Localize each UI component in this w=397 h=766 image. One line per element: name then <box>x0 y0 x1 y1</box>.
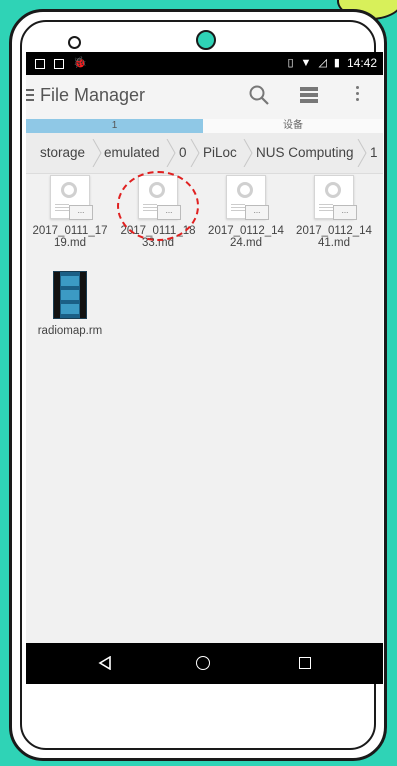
document-icon: ... <box>314 175 357 220</box>
screen: 🐞 ▯ ▼ ◿ ▮ 14:42 File Manager 1 设备 storag… <box>26 52 383 684</box>
vibrate-icon: ▯ <box>287 56 294 69</box>
wifi-icon: ▼ <box>300 56 312 69</box>
file-name: radiomap.rm <box>37 325 103 337</box>
app-title: File Manager <box>40 85 146 105</box>
highlight-annotation <box>117 171 199 241</box>
clock: 14:42 <box>346 56 377 70</box>
breadcrumb: storage emulated 0 PiLoc NUS Computing 1 <box>26 133 383 174</box>
image-icon <box>35 58 45 69</box>
recent-apps-icon[interactable] <box>299 657 311 669</box>
home-icon[interactable] <box>196 656 210 670</box>
document-icon: ... <box>226 175 269 220</box>
battery-icon: ▮ <box>333 56 340 69</box>
file-item[interactable]: ... 2017_0112_14 24.md <box>202 175 290 249</box>
chevron-right-icon <box>357 139 367 167</box>
sensor-dot <box>68 36 81 49</box>
tab-device[interactable]: 设备 <box>203 119 383 133</box>
action-bar: File Manager <box>26 75 383 119</box>
crumb-1[interactable]: 1 <box>370 145 378 160</box>
status-bar: 🐞 ▯ ▼ ◿ ▮ 14:42 <box>26 52 383 75</box>
search-icon[interactable] <box>248 84 270 106</box>
crumb-0[interactable]: 0 <box>179 145 187 160</box>
file-name: 2017_0112_14 41.md <box>296 225 372 249</box>
drawer-menu-icon[interactable] <box>26 89 34 104</box>
chevron-right-icon <box>92 139 102 167</box>
download-icon <box>54 58 64 69</box>
file-name: 2017_0112_14 24.md <box>208 225 284 249</box>
no-signal-icon: ◿ <box>318 56 327 69</box>
tab-1[interactable]: 1 <box>26 119 203 133</box>
list-view-icon[interactable] <box>300 87 318 105</box>
file-item[interactable]: radiomap.rm <box>26 271 114 337</box>
overflow-menu-icon[interactable] <box>356 86 360 104</box>
android-icon: 🐞 <box>73 57 87 69</box>
navigation-bar <box>26 643 383 684</box>
chevron-right-icon <box>190 139 200 167</box>
chevron-right-icon <box>166 139 176 167</box>
tab-bar: 1 设备 <box>26 119 383 133</box>
document-icon: ... <box>50 175 93 220</box>
crumb-nus-computing[interactable]: NUS Computing <box>256 145 354 160</box>
file-name: 2017_0111_17 19.md <box>32 225 108 249</box>
crumb-emulated[interactable]: emulated <box>104 145 160 160</box>
crumb-storage[interactable]: storage <box>40 145 85 160</box>
back-icon[interactable] <box>98 656 112 670</box>
chevron-right-icon <box>243 139 253 167</box>
front-camera <box>196 30 216 50</box>
video-file-icon <box>53 271 87 319</box>
file-item[interactable]: ... 2017_0111_17 19.md <box>26 175 114 249</box>
crumb-piloc[interactable]: PiLoc <box>203 145 237 160</box>
file-item[interactable]: ... 2017_0112_14 41.md <box>290 175 378 249</box>
